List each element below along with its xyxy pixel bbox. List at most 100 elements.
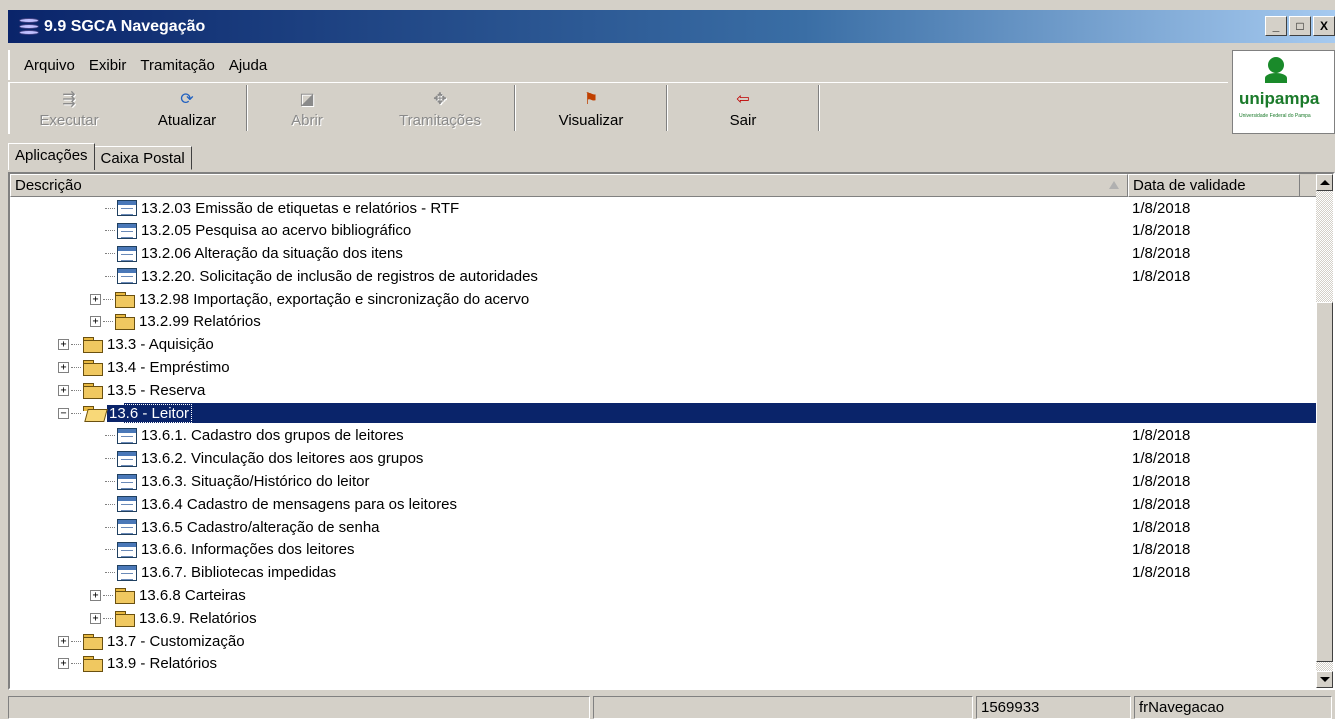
window-controls: _ □ X	[1265, 16, 1335, 36]
row-date: 1/8/2018	[1132, 473, 1191, 491]
row-date: 1/8/2018	[1132, 495, 1191, 513]
sort-ascending-icon	[1109, 181, 1119, 189]
tramitacoes-label: Tramitações	[399, 112, 481, 129]
tree-row[interactable]: 13.6.6. Informações dos leitores 1/8/2018	[10, 539, 1320, 562]
folder-icon	[115, 588, 135, 605]
tab-strip: Aplicações Caixa Postal	[8, 142, 192, 170]
tree-row[interactable]: +13.3 - Aquisição	[10, 334, 1320, 357]
tree-row[interactable]: +13.6.9. Relatórios	[10, 607, 1320, 630]
expand-toggle[interactable]: +	[90, 612, 101, 624]
app-stack-icon	[18, 17, 40, 36]
collapse-toggle[interactable]: −	[58, 407, 69, 419]
form-window-icon	[117, 541, 137, 558]
expand-toggle[interactable]: +	[58, 339, 69, 351]
tree-row[interactable]: 13.2.03 Emissão de etiquetas e relatório…	[10, 197, 1320, 220]
unipampa-logo: unipampa Universidade Federal do Pampa	[1232, 50, 1335, 134]
row-date: 1/8/2018	[1132, 541, 1191, 559]
menu-ajuda[interactable]: Ajuda	[229, 57, 267, 74]
expand-toggle[interactable]: +	[58, 362, 69, 374]
expand-toggle[interactable]: +	[90, 590, 101, 602]
close-button[interactable]: X	[1313, 16, 1335, 36]
expand-toggle[interactable]: +	[90, 316, 101, 328]
row-label: 13.3 - Aquisição	[107, 336, 214, 354]
expand-toggle[interactable]: +	[58, 658, 69, 670]
expand-toggle[interactable]: +	[90, 293, 101, 305]
tree-row[interactable]: 13.2.06 Alteração da situação dos itens 1…	[10, 243, 1320, 266]
tab-aplicacoes[interactable]: Aplicações	[8, 143, 95, 170]
menu-tramitacao[interactable]: Tramitação	[140, 57, 214, 74]
refresh-icon: ⟳	[180, 91, 194, 108]
row-date: 1/8/2018	[1132, 267, 1191, 285]
folder-icon	[115, 610, 135, 627]
tree-row[interactable]: − 13.6 - Leitor	[10, 402, 1320, 425]
row-label: 13.5 - Reserva	[107, 381, 206, 399]
applications-tree-list[interactable]: Descrição Data de validade 13.2.03 Emiss…	[8, 172, 1335, 690]
tree-row[interactable]: 13.6.5 Cadastro/alteração de senha 1/8/20…	[10, 516, 1320, 539]
row-label: 13.6.7. Bibliotecas impedidas	[141, 564, 337, 582]
status-form-name: frNavegacao	[1134, 696, 1332, 719]
scroll-up-button[interactable]	[1316, 174, 1333, 191]
atualizar-button[interactable]: ⟳ Atualizar	[128, 83, 246, 133]
tree-row[interactable]: +13.7 - Customização	[10, 630, 1320, 653]
tree-row[interactable]: 13.6.7. Bibliotecas impedidas 1/8/2018	[10, 562, 1320, 585]
status-user-id: 1569933	[976, 696, 1131, 719]
tree-row[interactable]: +13.5 - Reserva	[10, 379, 1320, 402]
execute-icon: ⇶	[62, 91, 76, 108]
abrir-button[interactable]: ◪ Abrir	[248, 83, 366, 133]
form-window-icon	[117, 519, 137, 536]
row-label: 13.6.3. Situação/Histórico do leitor	[141, 473, 370, 491]
scroll-down-button[interactable]	[1316, 671, 1333, 688]
row-label: 13.9 - Relatórios	[107, 655, 218, 673]
row-date: 1/8/2018	[1132, 199, 1191, 217]
folder-icon	[83, 360, 103, 377]
tree-row[interactable]: +13.9 - Relatórios	[10, 653, 1320, 676]
tree-row[interactable]: 13.2.20. Solicitação de inclusão de regi…	[10, 265, 1320, 288]
folder-icon	[83, 656, 103, 673]
row-label: 13.6.8 Carteiras	[139, 587, 246, 605]
routing-icon: ✥	[433, 91, 447, 108]
sair-label: Sair	[729, 112, 757, 129]
folder-icon	[83, 633, 103, 650]
tramitacoes-button[interactable]: ✥ Tramitações	[366, 83, 514, 133]
menu-arquivo[interactable]: Arquivo	[24, 57, 75, 74]
form-window-icon	[117, 222, 137, 239]
visualizar-button[interactable]: ⚑ Visualizar	[516, 83, 666, 133]
row-label: 13.2.03 Emissão de etiquetas e relatório…	[141, 199, 460, 217]
tree-row[interactable]: 13.6.4 Cadastro de mensagens para os lei…	[10, 493, 1320, 516]
column-header-descricao[interactable]: Descrição	[10, 174, 1128, 197]
menu-exibir[interactable]: Exibir	[89, 57, 127, 74]
expand-toggle[interactable]: +	[58, 384, 69, 396]
expand-toggle[interactable]: +	[58, 635, 69, 647]
row-label: 13.6 - Leitor	[105, 403, 193, 423]
tree-row[interactable]: 13.6.1. Cadastro dos grupos de leitores 1…	[10, 425, 1320, 448]
exit-door-icon: ⇦	[736, 91, 750, 108]
tree-row[interactable]: +13.4 - Empréstimo	[10, 357, 1320, 380]
status-panel-1	[8, 696, 590, 719]
tree-row[interactable]: 13.6.2. Vinculação dos leitores aos grup…	[10, 448, 1320, 471]
sair-button[interactable]: ⇦ Sair	[668, 83, 818, 133]
form-window-icon	[117, 200, 137, 216]
list-header: Descrição Data de validade	[10, 174, 1333, 197]
maximize-button[interactable]: □	[1289, 16, 1311, 36]
tree-row[interactable]: 13.2.05 Pesquisa ao acervo bibliográfico…	[10, 220, 1320, 243]
tab-caixa-postal[interactable]: Caixa Postal	[93, 146, 192, 170]
vertical-scrollbar[interactable]	[1316, 174, 1333, 688]
form-window-icon	[117, 564, 137, 581]
tree-row[interactable]: +13.6.8 Carteiras	[10, 585, 1320, 608]
minimize-button[interactable]: _	[1265, 16, 1287, 36]
column-header-data-validade[interactable]: Data de validade	[1128, 174, 1300, 197]
executar-button[interactable]: ⇶ Executar	[10, 83, 128, 133]
executar-label: Executar	[39, 112, 99, 129]
tree-row[interactable]: +13.2.98 Importação, exportação e sincro…	[10, 288, 1320, 311]
folder-icon	[115, 291, 135, 308]
toolbar-separator	[818, 85, 820, 131]
row-label: 13.2.06 Alteração da situação dos itens	[141, 245, 403, 263]
tree-row[interactable]: +13.2.99 Relatórios	[10, 311, 1320, 334]
tree-row[interactable]: 13.6.3. Situação/Histórico do leitor 1/8/…	[10, 471, 1320, 494]
form-window-icon	[117, 268, 137, 285]
scroll-thumb[interactable]	[1316, 302, 1333, 662]
folder-icon	[83, 382, 103, 399]
abrir-label: Abrir	[291, 112, 323, 129]
tree-rows: 13.2.03 Emissão de etiquetas e relatório…	[10, 197, 1320, 676]
row-label: 13.2.20. Solicitação de inclusão de regi…	[141, 267, 538, 285]
